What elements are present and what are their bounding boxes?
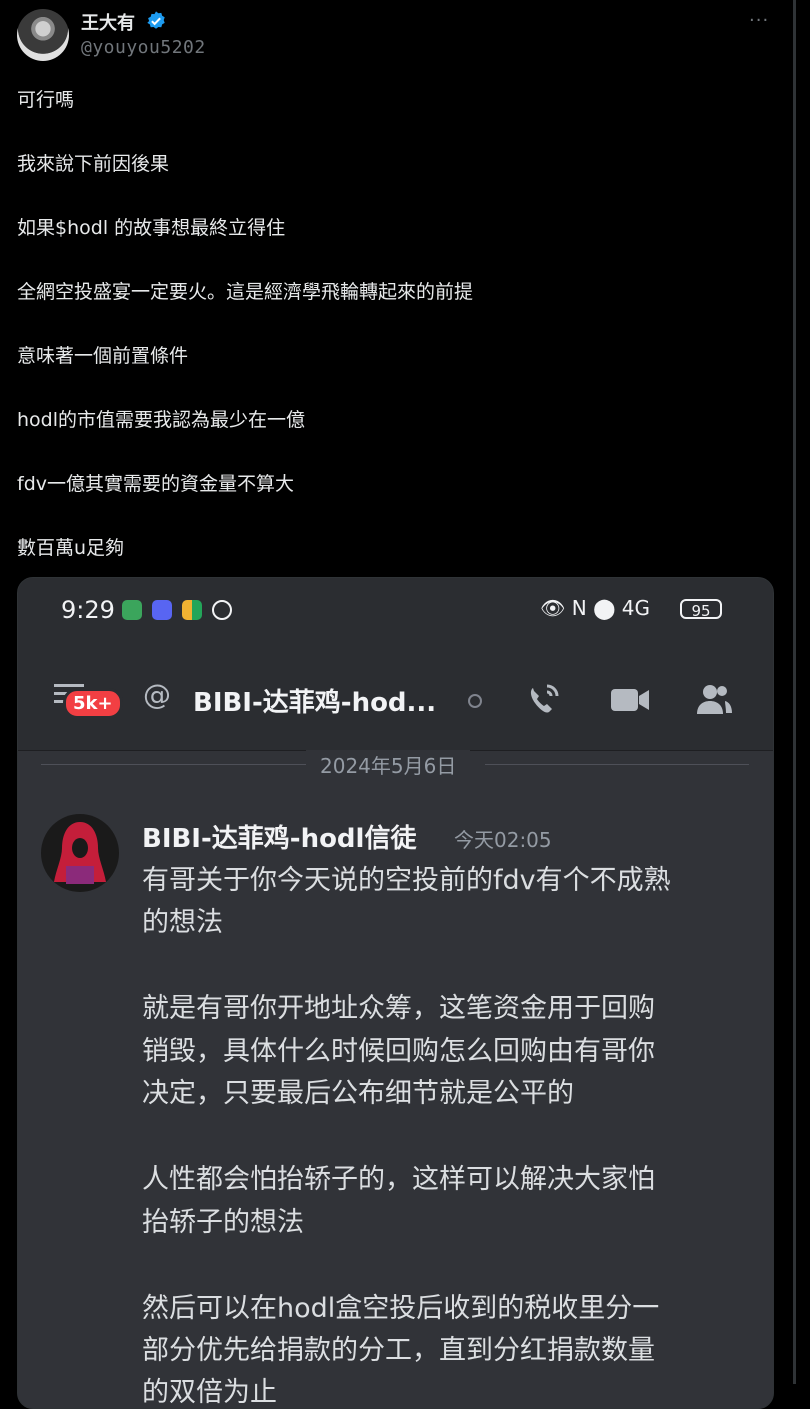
at-icon: @ xyxy=(143,678,171,711)
message-text-line: 有哥关于你今天说的空投前的fdv有个不成熟 xyxy=(142,865,671,896)
message-text-line: 销毁，具体什么时候回购怎么回购由有哥你 xyxy=(142,1036,655,1067)
channel-name[interactable]: BIBI-达菲鸡-hod... xyxy=(193,682,436,719)
message-text-line: 的想法 xyxy=(142,907,223,938)
battery-icon: 95 xyxy=(680,599,722,620)
author-handle[interactable]: @youyou5202 xyxy=(81,37,206,58)
tweet-text-line: 全網空投盛宴一定要火。這是經濟學飛輪轉起來的前提 xyxy=(17,281,474,303)
message-avatar[interactable] xyxy=(41,814,119,892)
author-name[interactable]: 王大有 xyxy=(81,9,135,35)
attached-screenshot[interactable]: 9:29 👁 N ⬤ 4G 95 5k+ @ BIBI-达菲鸡-hod... 2… xyxy=(17,577,774,1409)
tweet-text-line: hodl的市值需要我認為最少在一億 xyxy=(17,409,306,431)
app-notification-icon xyxy=(182,600,202,620)
channel-header: 5k+ @ BIBI-达菲鸡-hod... xyxy=(18,644,773,751)
members-icon[interactable] xyxy=(694,682,734,718)
tweet-text-line: 意味著一個前置條件 xyxy=(17,345,189,367)
message-text-line: 人性都会怕抬轿子的，这样可以解决大家怕 xyxy=(142,1164,655,1195)
message-text-line: 就是有哥你开地址众筹，这笔资金用于回购 xyxy=(142,993,655,1024)
tweet-text-line: 數百萬u足夠 xyxy=(17,537,125,559)
tweet-text-line: 如果$hodl 的故事想最終立得住 xyxy=(17,217,286,239)
message-timestamp: 今天02:05 xyxy=(454,828,552,852)
status-time: 9:29 xyxy=(61,596,115,624)
status-dot-icon xyxy=(468,694,482,708)
tweet-text-line: 可行嗎 xyxy=(17,89,75,111)
message-text-line: 然后可以在hodl盒空投后收到的税收里分一 xyxy=(142,1293,660,1324)
video-camera-icon[interactable] xyxy=(610,682,650,718)
app-notification-icon xyxy=(122,600,142,620)
tweet-text-line: fdv一億其實需要的資金量不算大 xyxy=(17,473,294,495)
verified-badge-icon xyxy=(147,11,165,29)
more-options-icon[interactable]: ··· xyxy=(749,10,769,31)
timeline-divider xyxy=(793,0,796,1384)
date-divider-line xyxy=(485,764,749,765)
message-text-line: 决定，只要最后公布细节就是公平的 xyxy=(142,1078,574,1109)
phone-call-icon[interactable] xyxy=(523,682,563,718)
message-author[interactable]: BIBI-达菲鸡-hodl信徒 xyxy=(142,818,416,855)
message-text-line: 的双倍为止 xyxy=(142,1377,277,1408)
speed-icon xyxy=(212,600,232,620)
message-text-line: 部分优先给捐款的分工，直到分红捐款数量 xyxy=(142,1335,655,1366)
status-icons: 👁 N ⬤ 4G xyxy=(540,596,651,620)
app-notification-icon xyxy=(152,600,172,620)
unread-badge: 5k+ xyxy=(63,688,123,719)
date-divider-line xyxy=(41,764,306,765)
date-divider: 2024年5月6日 xyxy=(306,750,471,779)
tweet-text-line: 我來說下前因後果 xyxy=(17,153,170,175)
author-avatar[interactable] xyxy=(17,9,69,61)
phone-status-bar: 9:29 👁 N ⬤ 4G 95 xyxy=(18,578,773,644)
message-text-line: 抬轿子的想法 xyxy=(142,1207,304,1238)
hooded-figure-icon xyxy=(54,822,106,884)
